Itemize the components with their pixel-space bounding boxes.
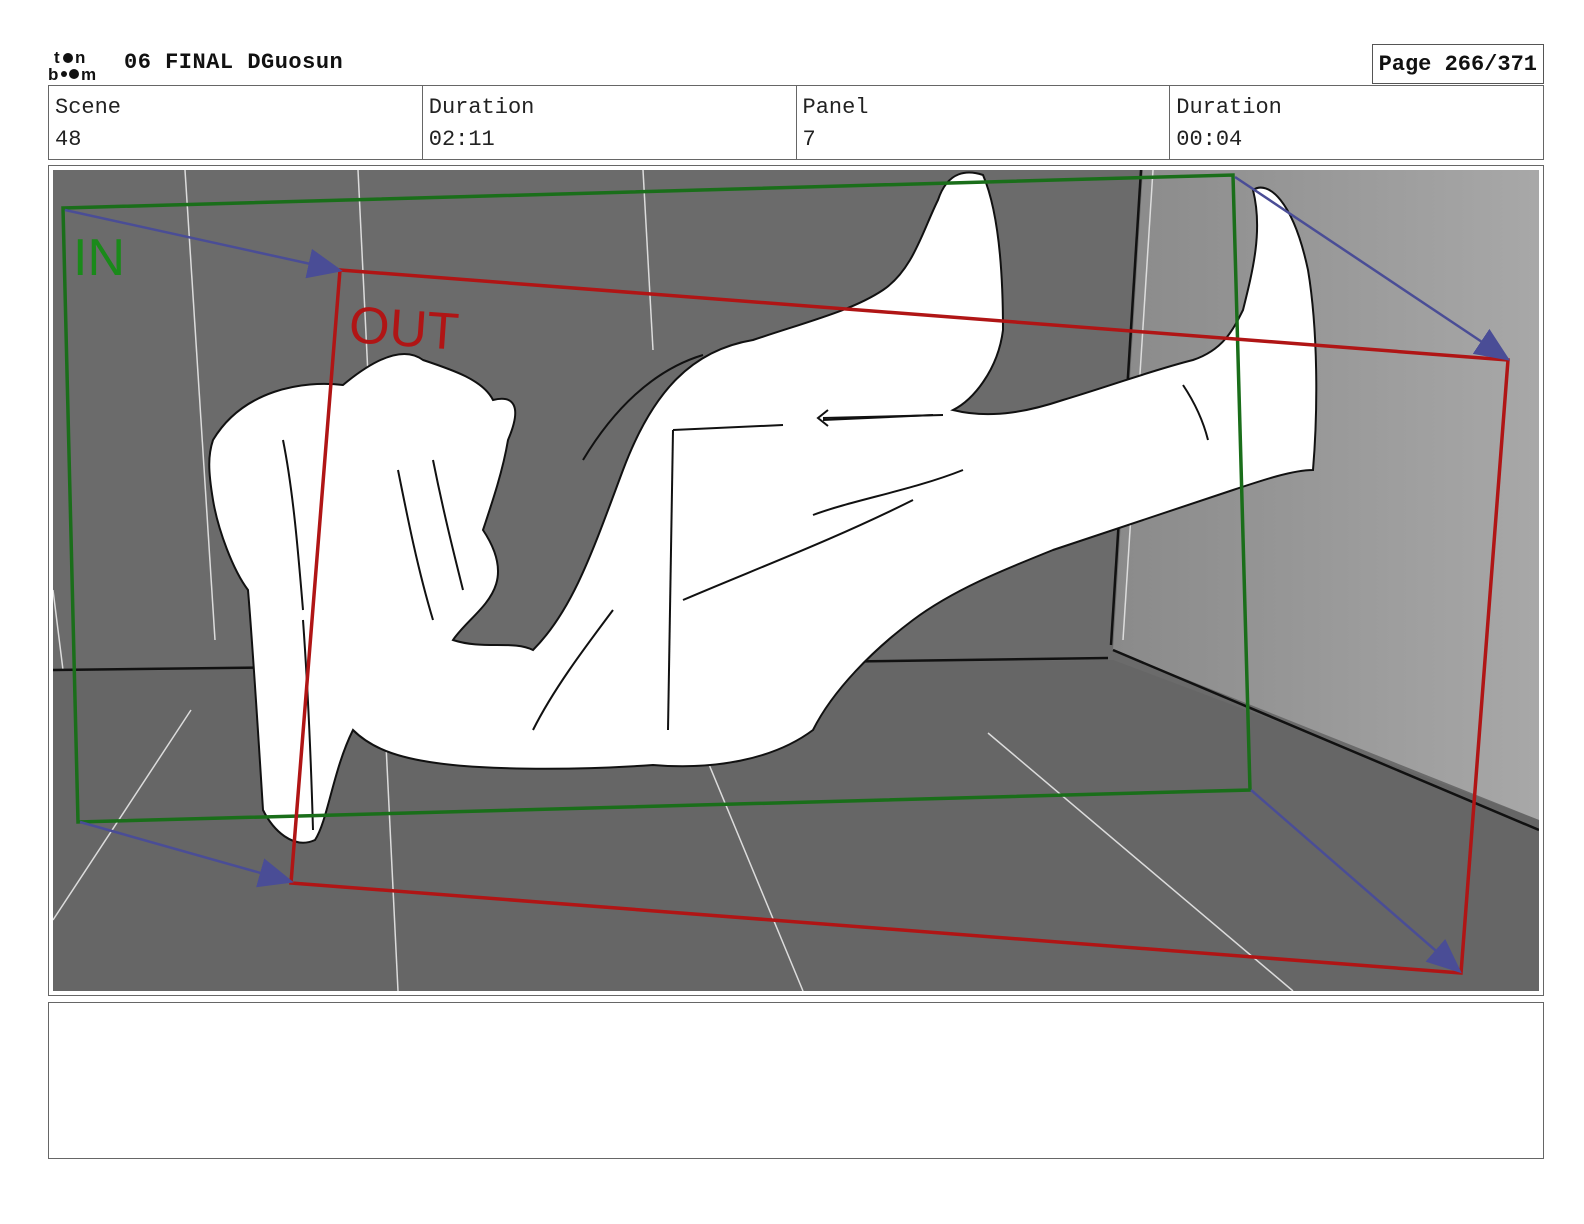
svg-text:m: m [81, 65, 96, 82]
scene-info-table: Scene 48 Duration 02:11 Panel 7 Duration… [48, 85, 1544, 160]
panel-notes-box [48, 1002, 1544, 1159]
scene-duration-label: Duration [428, 95, 535, 120]
panel-drawing: IN OUT [53, 170, 1539, 991]
in-frame-label: IN [73, 229, 125, 287]
panel-duration-value: 00:04 [1176, 127, 1243, 152]
out-frame-label: OUT [347, 296, 461, 362]
scene-label: Scene [55, 95, 122, 120]
svg-text:b: b [48, 65, 58, 82]
panel-value: 7 [802, 127, 816, 152]
panel-cell: Panel 7 [797, 86, 1171, 159]
document-title: 06 FINAL DGuosun [124, 50, 344, 75]
panel-duration-label: Duration [1176, 95, 1282, 120]
page-header: t n b m 06 FINAL DGuosun Page 266/371 [48, 44, 1544, 84]
scene-duration-value: 02:11 [428, 127, 495, 152]
panel-duration-cell: Duration 00:04 [1170, 86, 1543, 159]
panel-label: Panel [802, 95, 869, 120]
page-indicator: Page 266/371 [1371, 44, 1544, 84]
scene-cell: Scene 48 [49, 86, 423, 159]
scene-duration-cell: Duration 02:11 [423, 86, 797, 159]
toon-boom-logo: t n b m [48, 48, 96, 82]
scene-value: 48 [55, 127, 82, 152]
storyboard-panel: IN OUT [48, 165, 1544, 996]
